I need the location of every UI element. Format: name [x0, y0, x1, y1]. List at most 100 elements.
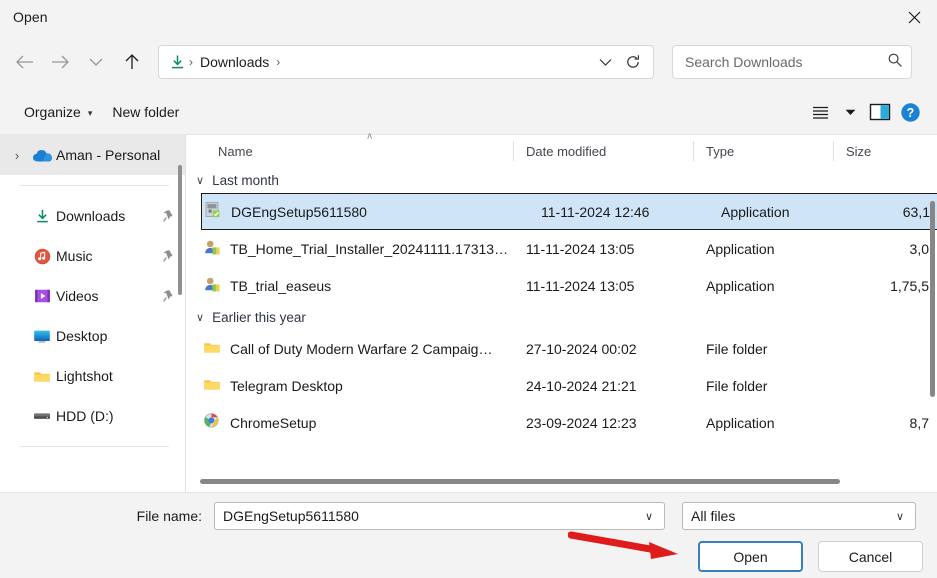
search-input[interactable]: Search Downloads [685, 54, 887, 70]
file-name-row: File name: DGEngSetup5611580 ∨ All files… [0, 502, 937, 530]
breadcrumb-separator-trailing[interactable]: › [275, 55, 281, 69]
file-type-cell: File folder [706, 340, 768, 357]
chevron-down-icon[interactable]: ∨ [196, 174, 204, 187]
file-type-cell: Application [721, 203, 790, 220]
pin-icon[interactable] [162, 249, 175, 263]
table-row[interactable]: TB_Home_Trial_Installer_20241111.17313… … [186, 230, 937, 267]
desktop-icon [28, 329, 56, 344]
refresh-button[interactable] [619, 48, 647, 76]
new-folder-button[interactable]: New folder [102, 98, 189, 126]
recent-locations-button[interactable] [78, 45, 114, 79]
file-name-label: ChromeSetup [230, 414, 317, 431]
chevron-down-icon[interactable]: ∨ [638, 510, 660, 523]
file-name-cell: TB_trial_easeus [186, 275, 514, 296]
file-name-label: Telegram Desktop [230, 377, 343, 394]
file-rows: ∨ Last month DGEngSetup5611580 11-11-202… [186, 167, 937, 470]
file-type-filter-value[interactable]: All files [691, 508, 889, 524]
view-options-button[interactable] [805, 97, 835, 127]
chevron-down-icon[interactable]: ∨ [196, 311, 204, 324]
help-button[interactable]: ? [895, 97, 925, 127]
file-type-filter-dropdown[interactable]: All files ∨ [682, 502, 916, 530]
file-name-label: TB_Home_Trial_Installer_20241111.17313… [230, 240, 509, 257]
sidebar-scrollbar[interactable] [178, 165, 182, 295]
column-headers: Name ∧ Date modified Type Size [186, 131, 937, 167]
forward-arrow-icon [51, 55, 69, 69]
msi-installer-icon [204, 201, 222, 222]
file-list-horizontal-scrollbar[interactable] [200, 478, 840, 484]
chevron-down-icon [845, 109, 855, 115]
sort-ascending-icon: ∧ [366, 131, 374, 142]
file-list-pane: Name ∧ Date modified Type Size ∨ Last mo… [186, 131, 937, 492]
table-row[interactable]: ChromeSetup 23-09-2024 12:23 Application… [186, 404, 937, 441]
file-name-label: DGEngSetup5611580 [231, 203, 367, 220]
dialog-body: › Aman - Personal Downloads Music Videos… [0, 131, 937, 492]
column-header-size[interactable]: Size [834, 135, 937, 167]
close-button[interactable] [891, 0, 937, 34]
column-header-date-label: Date modified [526, 143, 607, 159]
address-bar[interactable]: › Downloads › [158, 45, 654, 79]
new-folder-label: New folder [112, 104, 180, 120]
column-header-name[interactable]: Name ∧ [186, 131, 514, 167]
file-size-cell: 63,1 [902, 203, 930, 220]
organize-button[interactable]: Organize ▾ [14, 98, 102, 126]
pin-icon[interactable] [162, 209, 175, 223]
file-date-cell: 11-11-2024 12:46 [541, 203, 650, 220]
sidebar-item-lightshot[interactable]: Lightshot [0, 356, 185, 396]
up-arrow-icon [125, 54, 139, 69]
column-header-size-label: Size [846, 143, 872, 159]
pin-icon[interactable] [162, 289, 175, 303]
sidebar-item-label: Videos [56, 288, 99, 304]
column-header-date-modified[interactable]: Date modified [514, 135, 694, 167]
breadcrumb-downloads[interactable]: Downloads [194, 51, 275, 73]
sidebar-item-videos[interactable]: Videos [0, 276, 185, 316]
back-button[interactable] [6, 45, 42, 79]
chevron-down-icon: ▾ [87, 107, 93, 118]
file-name-input[interactable]: DGEngSetup5611580 ∨ [214, 502, 665, 530]
sidebar-divider [20, 185, 169, 186]
file-size-cell: 8,7 [909, 414, 929, 431]
file-name-label: TB_trial_easeus [230, 277, 332, 294]
table-row[interactable]: Call of Duty Modern Warfare 2 Campaig… 2… [186, 330, 937, 367]
search-icon [887, 52, 903, 73]
downloads-icon [28, 208, 56, 225]
search-box[interactable]: Search Downloads [672, 45, 912, 79]
command-bar: Organize ▾ New folder ? [0, 90, 937, 134]
column-header-type[interactable]: Type [694, 135, 834, 167]
folder-icon [203, 340, 221, 358]
sidebar-item-desktop[interactable]: Desktop [0, 316, 185, 356]
file-name-value[interactable]: DGEngSetup5611580 [223, 508, 638, 524]
table-row[interactable]: Telegram Desktop 24-10-2024 21:21 File f… [186, 367, 937, 404]
cancel-button[interactable]: Cancel [818, 541, 923, 572]
sidebar-item-hdd-d[interactable]: HDD (D:) [0, 396, 185, 436]
view-options-dropdown[interactable] [835, 97, 865, 127]
open-file-dialog: Open › Downloads › Search Downloads Orga… [0, 0, 937, 578]
group-header-last-month[interactable]: ∨ Last month [186, 167, 937, 193]
organize-label: Organize [24, 104, 81, 120]
file-name-cell: Call of Duty Modern Warfare 2 Campaig… [186, 340, 514, 358]
file-list-vertical-scrollbar[interactable] [930, 201, 935, 397]
chevron-down-icon[interactable]: ∨ [889, 510, 911, 523]
close-icon [908, 11, 920, 23]
file-type-cell: Application [706, 414, 775, 431]
sidebar-item-onedrive[interactable]: › Aman - Personal [0, 135, 185, 175]
svg-text:?: ? [906, 106, 914, 120]
file-date-cell: 23-09-2024 12:23 [526, 414, 637, 431]
table-row[interactable]: DGEngSetup5611580 11-11-2024 12:46 Appli… [201, 193, 937, 230]
group-header-earlier-this-year[interactable]: ∨ Earlier this year [186, 304, 937, 330]
dialog-footer: File name: DGEngSetup5611580 ∨ All files… [0, 492, 937, 578]
file-type-cell: Application [706, 277, 775, 294]
sidebar-item-music[interactable]: Music [0, 236, 185, 276]
file-type-cell: Application [706, 240, 775, 257]
address-dropdown-button[interactable] [591, 48, 619, 76]
preview-pane-button[interactable] [865, 97, 895, 127]
forward-button[interactable] [42, 45, 78, 79]
table-row[interactable]: TB_trial_easeus 11-11-2024 13:05 Applica… [186, 267, 937, 304]
open-button[interactable]: Open [698, 541, 803, 572]
group-header-label: Earlier this year [212, 309, 306, 325]
sidebar-item-downloads[interactable]: Downloads [0, 196, 185, 236]
folder-icon [203, 377, 221, 395]
up-button[interactable] [114, 45, 150, 79]
navigation-pane: › Aman - Personal Downloads Music Videos… [0, 135, 186, 492]
file-date-cell: 11-11-2024 13:05 [526, 277, 635, 294]
expand-chevron-icon[interactable]: › [6, 148, 28, 163]
